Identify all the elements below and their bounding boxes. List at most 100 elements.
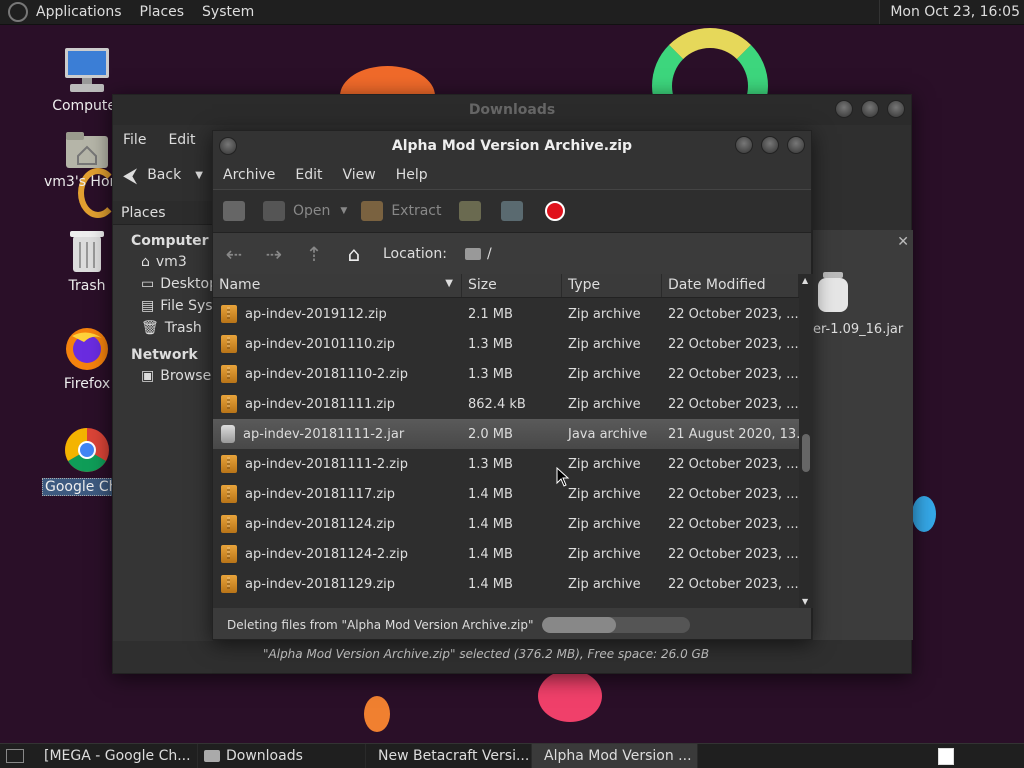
task-downloads[interactable]: Downloads <box>198 744 366 768</box>
downloads-titlebar[interactable]: Downloads <box>113 95 911 125</box>
scroll-up-icon[interactable]: ▲ <box>802 276 808 285</box>
scroll-down-icon[interactable]: ▼ <box>802 597 808 606</box>
file-name: ap-indev-20101110.zip <box>245 336 396 352</box>
extract-icon[interactable] <box>361 201 384 221</box>
task-betacraft[interactable]: New Betacraft Versi... <box>366 744 532 768</box>
cell-name: ap-indev-20181111.zip <box>213 395 462 413</box>
location-bar: ⇠ ⇢ ⇡ ⌂ Location: / <box>213 233 811 275</box>
task-label: New Betacraft Versi... <box>378 748 530 764</box>
stop-icon[interactable] <box>545 201 566 221</box>
cell-date: 22 October 2023, ... <box>668 456 799 472</box>
progress-fill <box>541 617 616 633</box>
minimize-button[interactable] <box>835 100 853 118</box>
back-icon[interactable]: ⇠ <box>223 242 245 266</box>
places-menu[interactable]: Places <box>140 4 185 20</box>
column-header-size[interactable]: Size <box>462 274 562 297</box>
scrollbar-thumb[interactable] <box>802 434 810 472</box>
menu-file[interactable]: File <box>123 132 146 148</box>
folder-icon <box>204 750 220 762</box>
add-files-icon[interactable] <box>459 201 482 221</box>
menu-edit[interactable]: Edit <box>168 132 195 148</box>
new-archive-icon[interactable] <box>223 201 245 221</box>
clock[interactable]: Mon Oct 23, 16:05 <box>879 0 1024 24</box>
forward-icon[interactable]: ⇢ <box>263 242 285 266</box>
window-menu-button[interactable] <box>219 137 237 155</box>
back-arrow-icon[interactable]: ⮜ <box>123 163 137 187</box>
cell-name: ap-indev-20101110.zip <box>213 335 462 353</box>
home-icon: ⌂ <box>141 254 150 270</box>
window-title: Downloads <box>468 102 556 118</box>
table-row[interactable]: ap-indev-20181111.zip 862.4 kB Zip archive… <box>213 389 799 419</box>
archive-manager-window: Alpha Mod Version Archive.zip Archive Ed… <box>212 130 813 640</box>
menu-archive[interactable]: Archive <box>223 167 275 183</box>
sidebar-item-browse-network[interactable]: ▣Browse Network <box>113 365 274 387</box>
sidebar-item-trash[interactable]: 🗑 Trash <box>113 317 213 339</box>
table-row[interactable]: ap-indev-20181111-2.jar 2.0 MB Java archiv… <box>213 419 799 449</box>
wallpaper-small-orange <box>364 696 390 732</box>
column-header-date[interactable]: Date Modified <box>662 274 799 297</box>
menu-view[interactable]: View <box>343 167 376 183</box>
table-row[interactable]: ap-indev-20101110.zip 1.3 MB Zip archive 22… <box>213 329 799 359</box>
location-value[interactable]: / <box>487 246 492 262</box>
sort-descending-icon: ▼ <box>445 278 453 289</box>
places-header[interactable]: Places <box>113 201 213 225</box>
show-desktop-icon[interactable] <box>6 749 24 763</box>
add-folder-icon[interactable] <box>501 201 524 221</box>
maximize-button[interactable] <box>761 136 779 154</box>
distro-logo-icon[interactable] <box>8 2 28 22</box>
sidebar-item-file-system[interactable]: ▤ File System <box>113 295 240 317</box>
workspace-switcher-icon[interactable] <box>938 748 954 765</box>
column-header-type[interactable]: Type <box>562 274 662 297</box>
menu-edit[interactable]: Edit <box>295 167 322 183</box>
wallpaper-pink-blob <box>538 670 602 722</box>
table-row[interactable]: ap-indev-20181124-2.zip 1.4 MB Zip archive… <box>213 539 799 569</box>
up-icon[interactable]: ⇡ <box>303 242 325 266</box>
cell-date: 22 October 2023, ... <box>668 516 799 532</box>
minimize-button[interactable] <box>735 136 753 154</box>
back-button[interactable]: Back <box>147 167 181 183</box>
places-sidebar: Places Computer ⌂ vm3 ▭ Desktop ▤ File Syst… <box>113 201 274 641</box>
file-label[interactable]: er-1.09_16.jar <box>813 322 903 337</box>
table-row[interactable]: ap-indev-2019112.zip 2.1 MB Zip archive 22 … <box>213 299 799 329</box>
applications-menu[interactable]: Applications <box>36 4 122 20</box>
desktop-icon-label: Trash <box>68 278 106 294</box>
table-row[interactable]: ap-indev-20181111-2.zip 1.3 MB Zip archive… <box>213 449 799 479</box>
status-text: Deleting files from "Alpha Mod Version A… <box>227 618 534 632</box>
sidebar-item-desktop[interactable]: ▭ Desktop <box>113 273 218 295</box>
file-list-scrollbar[interactable]: ▲ ▼ <box>799 274 813 608</box>
table-row[interactable]: ap-indev-20181117.zip 1.4 MB Zip archive 22… <box>213 479 799 509</box>
top-panel: Applications Places System Mon Oct 23, 1… <box>0 0 1024 25</box>
column-label: Name <box>219 277 261 293</box>
zip-file-icon <box>221 305 237 323</box>
close-pane-icon[interactable]: ✕ <box>897 234 909 250</box>
open-dropdown-icon[interactable]: ▼ <box>340 206 347 216</box>
close-button[interactable] <box>787 136 805 154</box>
table-row[interactable]: ap-indev-20181129.zip 1.4 MB Zip archive 22… <box>213 569 799 599</box>
sidebar-item-label: Trash <box>164 320 202 336</box>
close-button[interactable] <box>887 100 905 118</box>
cell-name: ap-indev-20181111-2.jar <box>213 425 462 443</box>
sidebar-item-label: vm3 <box>155 254 187 270</box>
sidebar-item-vm3[interactable]: ⌂ vm3 <box>113 251 213 273</box>
back-dropdown-icon[interactable]: ▼ <box>195 170 203 181</box>
menu-help[interactable]: Help <box>396 167 428 183</box>
table-row[interactable]: ap-indev-20181110-2.zip 1.3 MB Zip archive… <box>213 359 799 389</box>
task-alpha-mod-archive[interactable]: Alpha Mod Version ... <box>532 744 698 768</box>
task-chrome[interactable]: [MEGA - Google Ch... <box>32 744 198 768</box>
maximize-button[interactable] <box>861 100 879 118</box>
archive-menubar: Archive Edit View Help <box>213 161 811 189</box>
column-header-name[interactable]: Name ▼ <box>213 274 462 297</box>
task-label: Alpha Mod Version ... <box>544 748 692 764</box>
cell-name: ap-indev-20181110-2.zip <box>213 365 462 383</box>
jar-file-icon[interactable] <box>815 270 851 314</box>
table-row[interactable]: ap-indev-20181124.zip 1.4 MB Zip archive 22… <box>213 509 799 539</box>
open-button[interactable]: Open <box>293 203 330 219</box>
folder-icon <box>464 248 481 260</box>
archive-titlebar[interactable]: Alpha Mod Version Archive.zip <box>213 131 811 161</box>
open-icon[interactable] <box>263 201 285 221</box>
window-title: Alpha Mod Version Archive.zip <box>391 138 633 154</box>
extract-button[interactable]: Extract <box>391 203 441 219</box>
home-icon[interactable]: ⌂ <box>343 242 365 266</box>
system-menu[interactable]: System <box>202 4 254 20</box>
cell-name: ap-indev-20181111-2.zip <box>213 455 462 473</box>
